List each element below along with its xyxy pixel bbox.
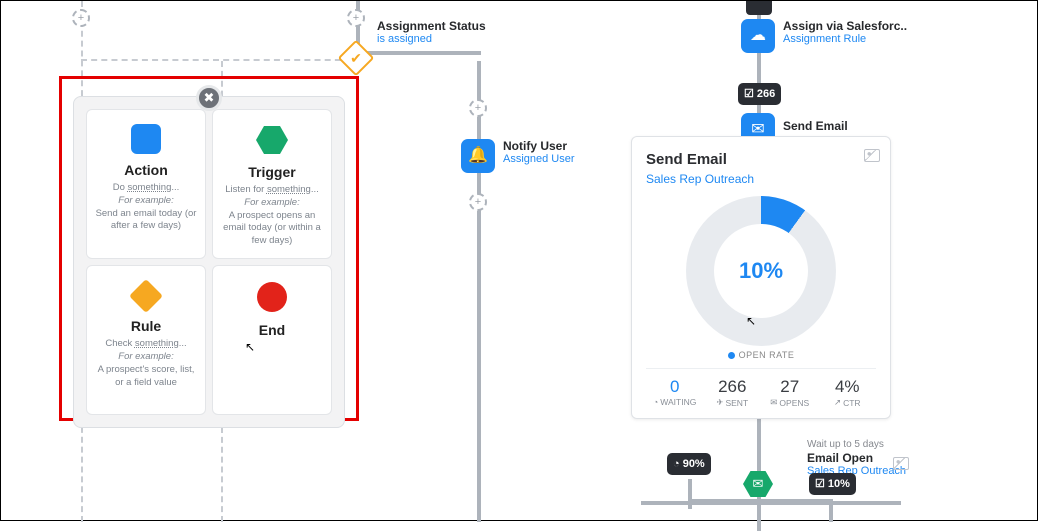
mail-icon: ✉ (753, 476, 764, 491)
badge-text: ☑ 10% (815, 478, 850, 490)
send-email-report-card[interactable]: Send Email Sales Rep Outreach 10% ↖ OPEN… (631, 136, 891, 419)
assign-subtitle: Assignment Rule (783, 33, 907, 45)
add-step-node[interactable]: + (347, 9, 365, 27)
badge-text: ☑ 266 (744, 88, 775, 100)
picker-option-end[interactable]: End ↖ (212, 265, 332, 415)
count-badge-266: ☑ 266 (738, 83, 781, 105)
stat-waiting: 0 ◔WAITING (646, 377, 704, 408)
trigger-node-email-open[interactable]: ✉ (743, 471, 773, 497)
connector-hline (81, 59, 351, 61)
assign-title: Assign via Salesforc.. (783, 19, 907, 33)
picker-action-desc: Do something... For example: Send an ema… (93, 182, 199, 233)
image-placeholder-icon (864, 149, 880, 162)
add-step-node[interactable]: + (469, 193, 487, 211)
close-icon: ✖ (204, 90, 215, 105)
stat-label: WAITING (660, 397, 696, 407)
image-placeholder-icon (893, 457, 909, 470)
email-open-title: Email Open (807, 451, 873, 465)
connector-hline (356, 51, 481, 55)
rule-shape-icon (129, 279, 163, 313)
connector-hline (688, 499, 833, 503)
send-email-title: Send Email (783, 119, 848, 133)
end-shape-icon (257, 282, 287, 312)
stat-value: 0 (646, 377, 704, 397)
stat-label: OPENS (779, 398, 809, 408)
clock-icon: ◔ (653, 397, 658, 407)
legend-label: OPEN RATE (739, 350, 795, 360)
rule-node-assignment-status[interactable]: ✔ (338, 40, 375, 77)
cursor-icon: ↖ (746, 314, 756, 328)
send-icon: ✈ (716, 397, 723, 408)
element-picker-panel: ✖ Action Do something... For example: Se… (73, 96, 345, 428)
chart-legend: OPEN RATE (646, 350, 876, 360)
notify-title: Notify User (503, 139, 567, 153)
rule-node-label: Assignment Status is assigned (377, 19, 486, 45)
email-stats-row: 0 ◔WAITING 266 ✈SENT 27 ✉OPENS 4% ↗CTR (646, 368, 876, 408)
picker-option-trigger[interactable]: Trigger Listen for something... For exam… (212, 109, 332, 259)
add-step-node[interactable]: + (469, 99, 487, 117)
connector-vline (688, 479, 692, 509)
node-connector-cap (746, 1, 772, 15)
send-email-node-label: Send Email (783, 119, 848, 133)
action-node-notify-user[interactable]: 🔔 (461, 139, 495, 173)
stat-label: CTR (843, 398, 860, 408)
badge-text: ◔ 90% (673, 458, 705, 470)
picker-action-title: Action (93, 162, 199, 178)
connector-vline (477, 61, 481, 522)
notify-node-label: Notify User Assigned User (503, 139, 575, 165)
add-branch-node[interactable]: + (72, 9, 90, 27)
stat-value: 266 (704, 377, 762, 397)
rule-subtitle: is assigned (377, 33, 486, 45)
picker-option-rule[interactable]: Rule Check something... For example: A p… (86, 265, 206, 415)
email-card-subtitle: Sales Rep Outreach (646, 172, 876, 186)
action-node-assign-salesforce[interactable]: ☁ (741, 19, 775, 53)
action-shape-icon (131, 124, 161, 154)
rule-title: Assignment Status (377, 19, 486, 33)
picker-end-title: End (219, 322, 325, 338)
legend-dot-icon (728, 352, 735, 359)
cursor-icon: ↖ (245, 340, 255, 354)
stat-sent: 266 ✈SENT (704, 377, 762, 408)
open-rate-donut-chart: 10% ↖ (686, 196, 836, 346)
assign-node-label: Assign via Salesforc.. Assignment Rule (783, 19, 907, 45)
wait-note: Wait up to 5 days (807, 439, 884, 450)
picker-close-button[interactable]: ✖ (196, 85, 222, 111)
mail-icon: ✉ (770, 397, 777, 408)
stat-value: 4% (819, 377, 877, 397)
donut-center-label: 10% (739, 258, 783, 284)
picker-trigger-desc: Listen for something... For example: A p… (219, 184, 325, 248)
split-badge-10: ☑ 10% (809, 473, 856, 495)
picker-trigger-title: Trigger (219, 164, 325, 180)
arrow-up-icon: ↗ (834, 397, 841, 408)
cloud-icon: ☁ (750, 27, 766, 44)
stat-opens: 27 ✉OPENS (761, 377, 819, 408)
trigger-shape-icon (256, 126, 288, 154)
email-card-title: Send Email (646, 151, 876, 168)
stat-label: SENT (725, 398, 748, 408)
bell-icon: 🔔 (468, 147, 488, 164)
check-icon: ✔ (345, 47, 367, 69)
picker-option-action[interactable]: Action Do something... For example: Send… (86, 109, 206, 259)
stat-value: 27 (761, 377, 819, 397)
split-badge-90: ◔ 90% (667, 453, 711, 475)
picker-rule-desc: Check something... For example: A prospe… (93, 338, 199, 389)
stat-ctr: 4% ↗CTR (819, 377, 877, 408)
picker-rule-title: Rule (93, 318, 199, 334)
notify-subtitle: Assigned User (503, 153, 575, 165)
